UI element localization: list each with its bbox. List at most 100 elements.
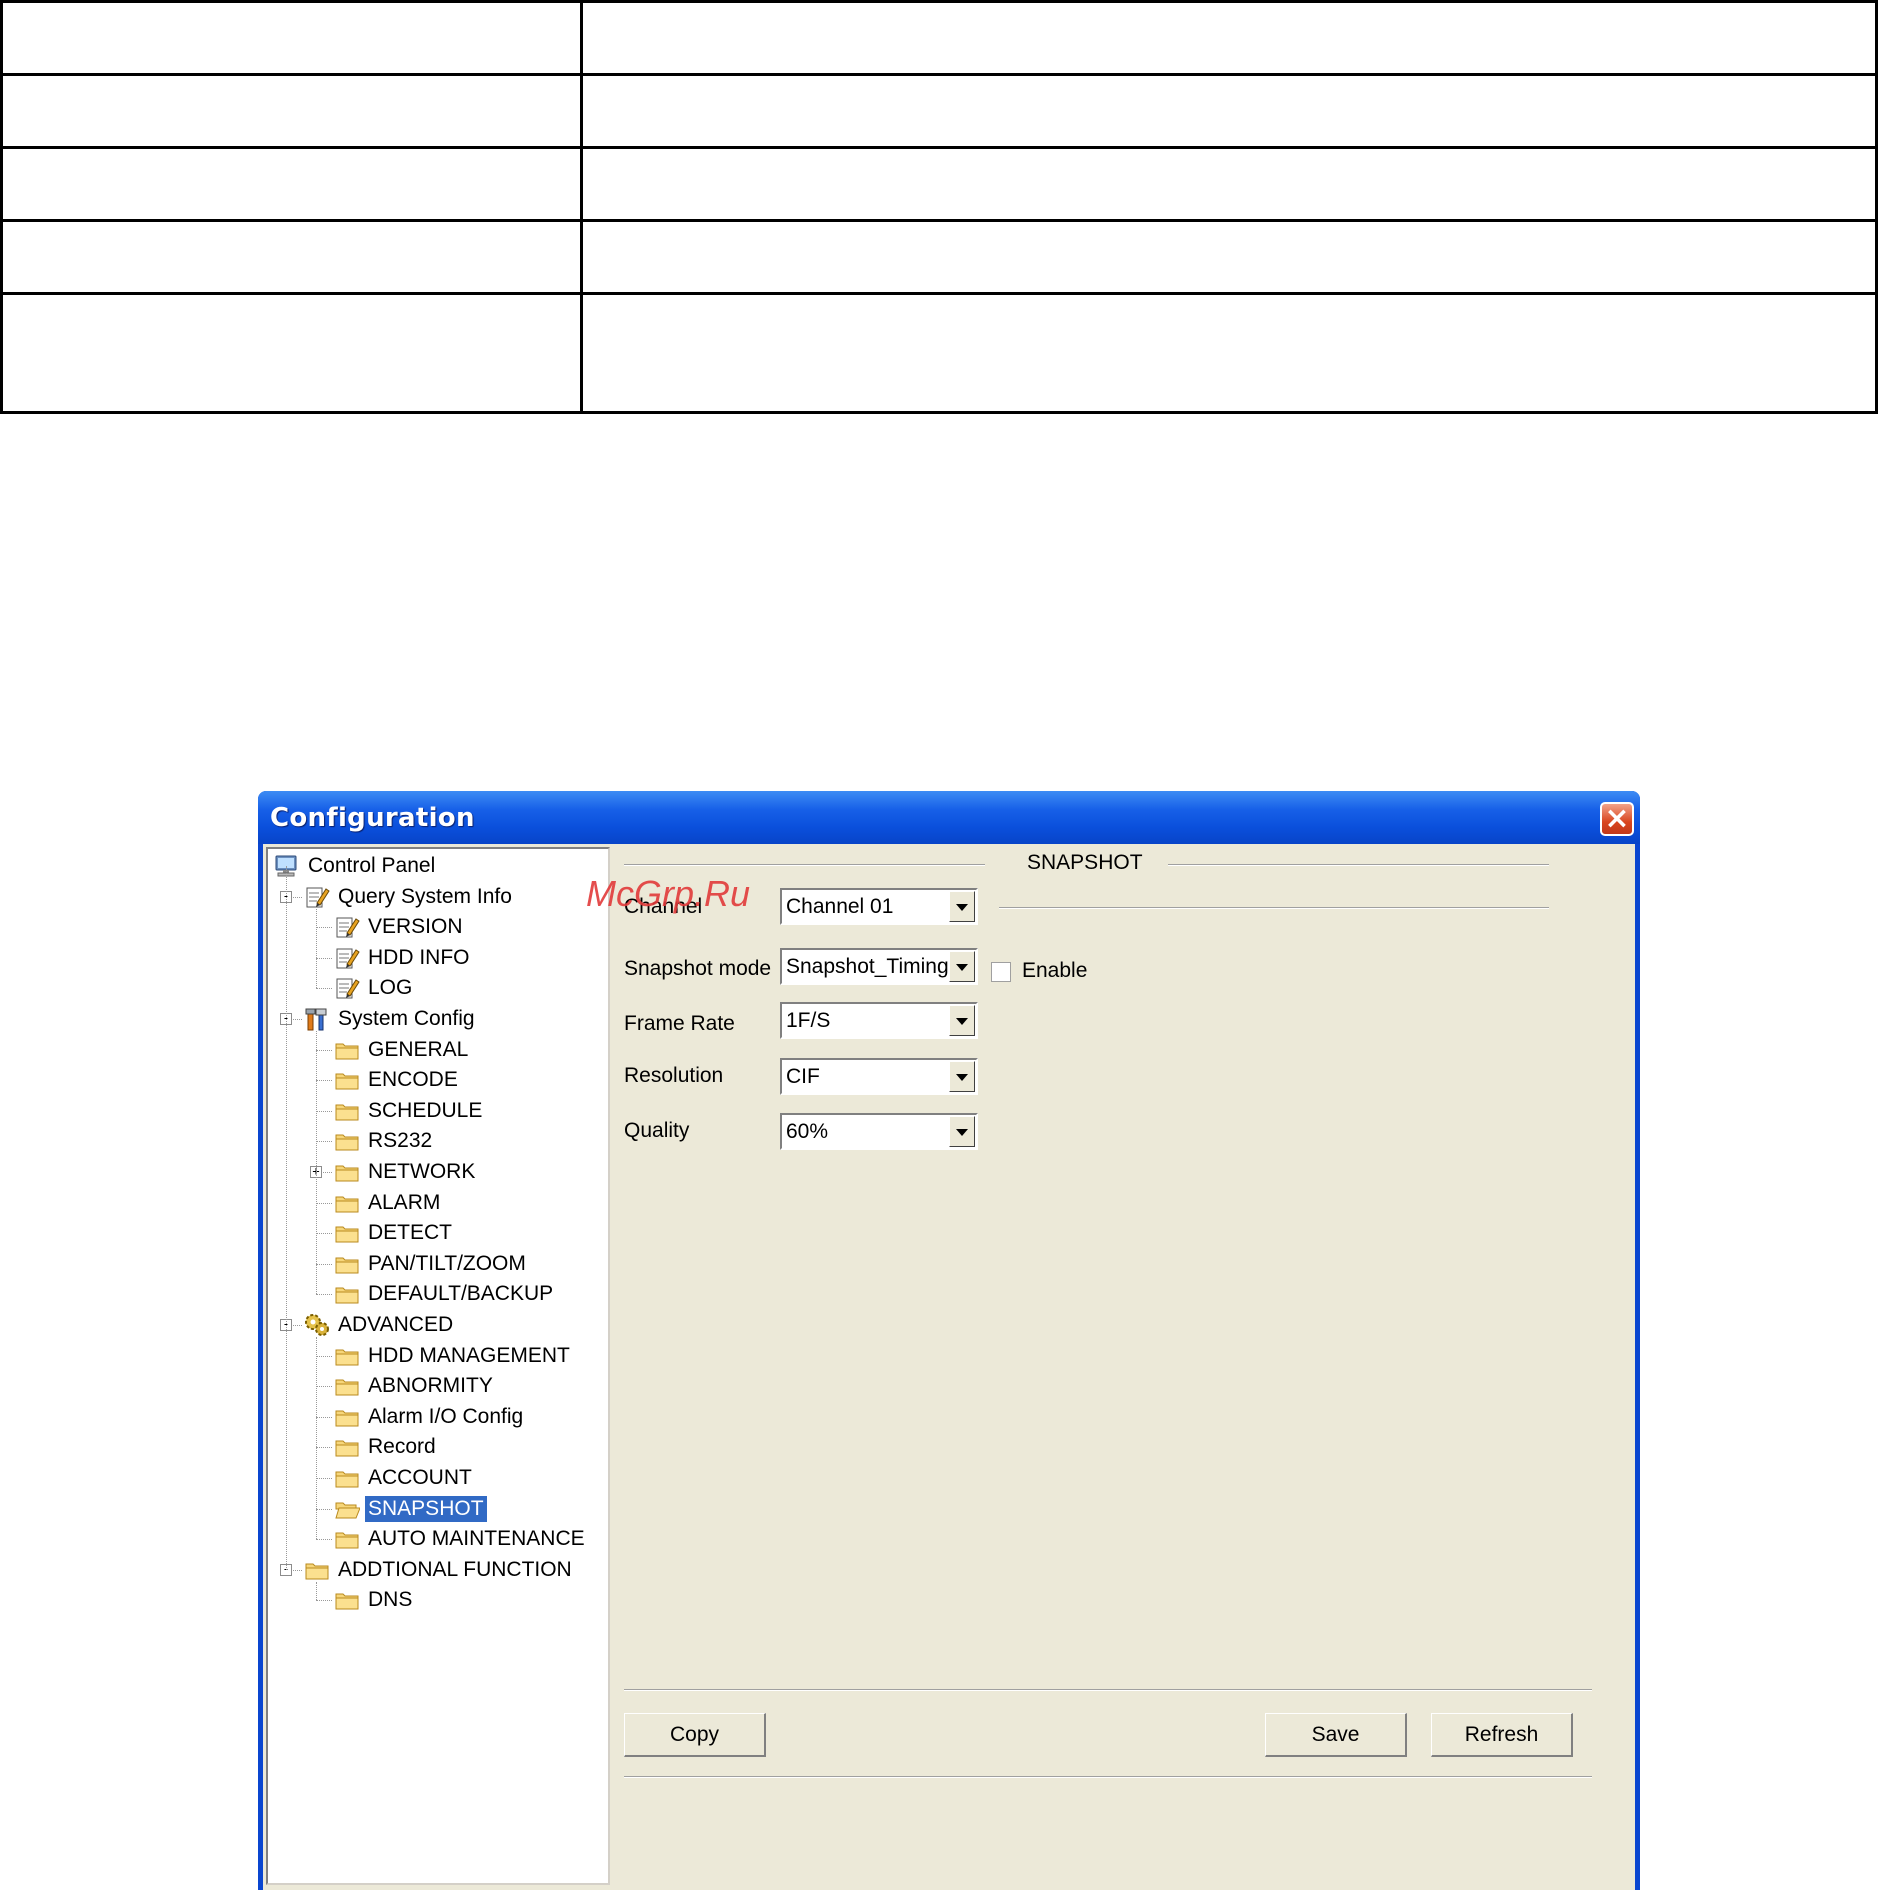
notepad-icon <box>304 885 330 909</box>
folder-icon <box>334 1038 360 1062</box>
folder-icon <box>334 1588 360 1612</box>
tree-connector <box>316 1233 332 1235</box>
quality-select[interactable]: 60% <box>780 1113 978 1150</box>
tree-item-snapshot[interactable]: SNAPSHOT <box>334 1494 487 1524</box>
table-cell <box>580 73 1878 149</box>
resolution-select[interactable]: CIF <box>780 1058 978 1095</box>
tree-item-advanced[interactable]: ADVANCED <box>304 1310 456 1340</box>
tree-item-account[interactable]: ACCOUNT <box>334 1463 475 1493</box>
refresh-button[interactable]: Refresh <box>1431 1713 1573 1757</box>
tree-item-label: LOG <box>368 976 413 1000</box>
tree-item-alarm-i-o-config[interactable]: Alarm I/O Config <box>334 1402 526 1432</box>
tree-item-label: GENERAL <box>368 1037 469 1061</box>
config-tree[interactable]: Control Panel Query System Info - VERSION HD… <box>266 847 610 1885</box>
quality-label: Quality <box>624 1119 690 1142</box>
table-cell <box>0 73 583 149</box>
tree-connector <box>316 927 332 929</box>
tree-item-network[interactable]: NETWORK <box>334 1157 478 1187</box>
tree-connector <box>316 1080 332 1082</box>
tree-item-label: ADVANCED <box>338 1313 454 1336</box>
close-button[interactable]: × <box>1600 802 1634 836</box>
table-cell <box>580 292 1878 414</box>
folder-icon <box>334 1344 360 1368</box>
tree-connector <box>316 1416 332 1418</box>
configuration-window: Configuration × Control Panel Query Syste… <box>258 791 1640 1890</box>
tree-item-label: DETECT <box>368 1221 452 1245</box>
notepad-icon <box>334 976 360 1000</box>
copy-button[interactable]: Copy <box>624 1713 766 1757</box>
channel-select[interactable]: Channel 01 <box>780 888 978 925</box>
tree-item-schedule[interactable]: SCHEDULE <box>334 1096 485 1126</box>
tree-item-label: AUTO MAINTENANCE <box>368 1527 585 1551</box>
table-cell <box>580 146 1878 222</box>
folder-icon <box>334 1466 360 1490</box>
watermark-text: McGrp.Ru <box>586 873 751 914</box>
tree-connector <box>316 1202 332 1204</box>
tree-item-label: DNS <box>368 1588 413 1612</box>
folder-icon <box>334 1435 360 1459</box>
tree-item-record[interactable]: Record <box>334 1432 439 1462</box>
tree-item-default-backup[interactable]: DEFAULT/BACKUP <box>334 1279 556 1309</box>
tree-item-label: PAN/TILT/ZOOM <box>368 1251 526 1275</box>
close-icon: × <box>1604 801 1630 836</box>
enable-checkbox[interactable] <box>991 962 1011 982</box>
tree-connector <box>316 1508 332 1510</box>
tree-item-detect[interactable]: DETECT <box>334 1218 455 1248</box>
folder-open-icon <box>334 1497 361 1521</box>
chevron-down-icon[interactable] <box>949 1005 975 1036</box>
window-title: Configuration <box>270 803 475 833</box>
snapshot-mode-value: Snapshot_Timing <box>786 955 949 978</box>
frame-rate-label: Frame Rate <box>624 1012 735 1035</box>
tree-item-label: Record <box>368 1435 436 1459</box>
tree-connector <box>316 1337 317 1540</box>
tree-connector <box>316 988 332 990</box>
notepad-icon <box>334 915 360 939</box>
title-bar[interactable]: Configuration × <box>258 791 1640 844</box>
tree-item-auto-maintenance[interactable]: AUTO MAINTENANCE <box>334 1524 588 1554</box>
tree-item-hdd-management[interactable]: HDD MANAGEMENT <box>334 1341 573 1371</box>
tree-item-label: HDD MANAGEMENT <box>368 1343 570 1367</box>
tree-item-label: VERSION <box>368 915 463 939</box>
chevron-down-icon[interactable] <box>949 951 975 982</box>
folder-icon <box>334 1068 360 1092</box>
tree-connector <box>316 1447 332 1449</box>
tree-item-label: Query System Info <box>338 884 512 908</box>
tree-connector <box>316 1031 317 1295</box>
tree-item-log[interactable]: LOG <box>334 973 415 1003</box>
tree-item-dns[interactable]: DNS <box>334 1585 415 1615</box>
chevron-down-icon[interactable] <box>949 891 975 922</box>
tree-item-general[interactable]: GENERAL <box>334 1035 471 1065</box>
tree-item-alarm[interactable]: ALARM <box>334 1188 443 1218</box>
tree-item-version[interactable]: VERSION <box>334 912 466 942</box>
tree-item-control-panel[interactable]: Control Panel <box>274 851 438 881</box>
tree-item-encode[interactable]: ENCODE <box>334 1065 461 1095</box>
folder-icon <box>334 1405 360 1429</box>
folder-icon <box>334 1527 360 1551</box>
heading-rule-right <box>1168 864 1549 866</box>
tree-item-query-system-info[interactable]: Query System Info <box>304 882 515 912</box>
chevron-down-icon[interactable] <box>949 1116 975 1147</box>
tree-item-addtional-function[interactable]: ADDTIONAL FUNCTION <box>304 1555 575 1585</box>
folder-icon <box>304 1558 330 1582</box>
folder-icon <box>334 1099 360 1123</box>
chevron-down-icon[interactable] <box>949 1061 975 1092</box>
tree-connector <box>316 1263 332 1265</box>
tree-item-pan-tilt-zoom[interactable]: PAN/TILT/ZOOM <box>334 1249 529 1279</box>
save-button[interactable]: Save <box>1265 1713 1407 1757</box>
tree-item-rs232[interactable]: RS232 <box>334 1126 435 1156</box>
snapshot-mode-label: Snapshot mode <box>624 957 772 980</box>
table-cell <box>0 292 583 414</box>
folder-icon <box>334 1252 360 1276</box>
tree-item-label: Alarm I/O Config <box>368 1404 524 1428</box>
tree-item-hdd-info[interactable]: HDD INFO <box>334 943 473 973</box>
tree-item-abnormity[interactable]: ABNORMITY <box>334 1371 496 1401</box>
tree-connector <box>316 908 317 989</box>
tree-connector <box>316 1110 332 1112</box>
snapshot-mode-select[interactable]: Snapshot_Timing <box>780 948 978 985</box>
folder-icon <box>334 1221 360 1245</box>
table-cell <box>0 146 583 222</box>
tree-item-label: SNAPSHOT <box>365 1495 487 1522</box>
frame-rate-select[interactable]: 1F/S <box>780 1002 978 1039</box>
tree-item-system-config[interactable]: System Config <box>304 1004 478 1034</box>
panel-heading: SNAPSHOT <box>1027 851 1143 874</box>
